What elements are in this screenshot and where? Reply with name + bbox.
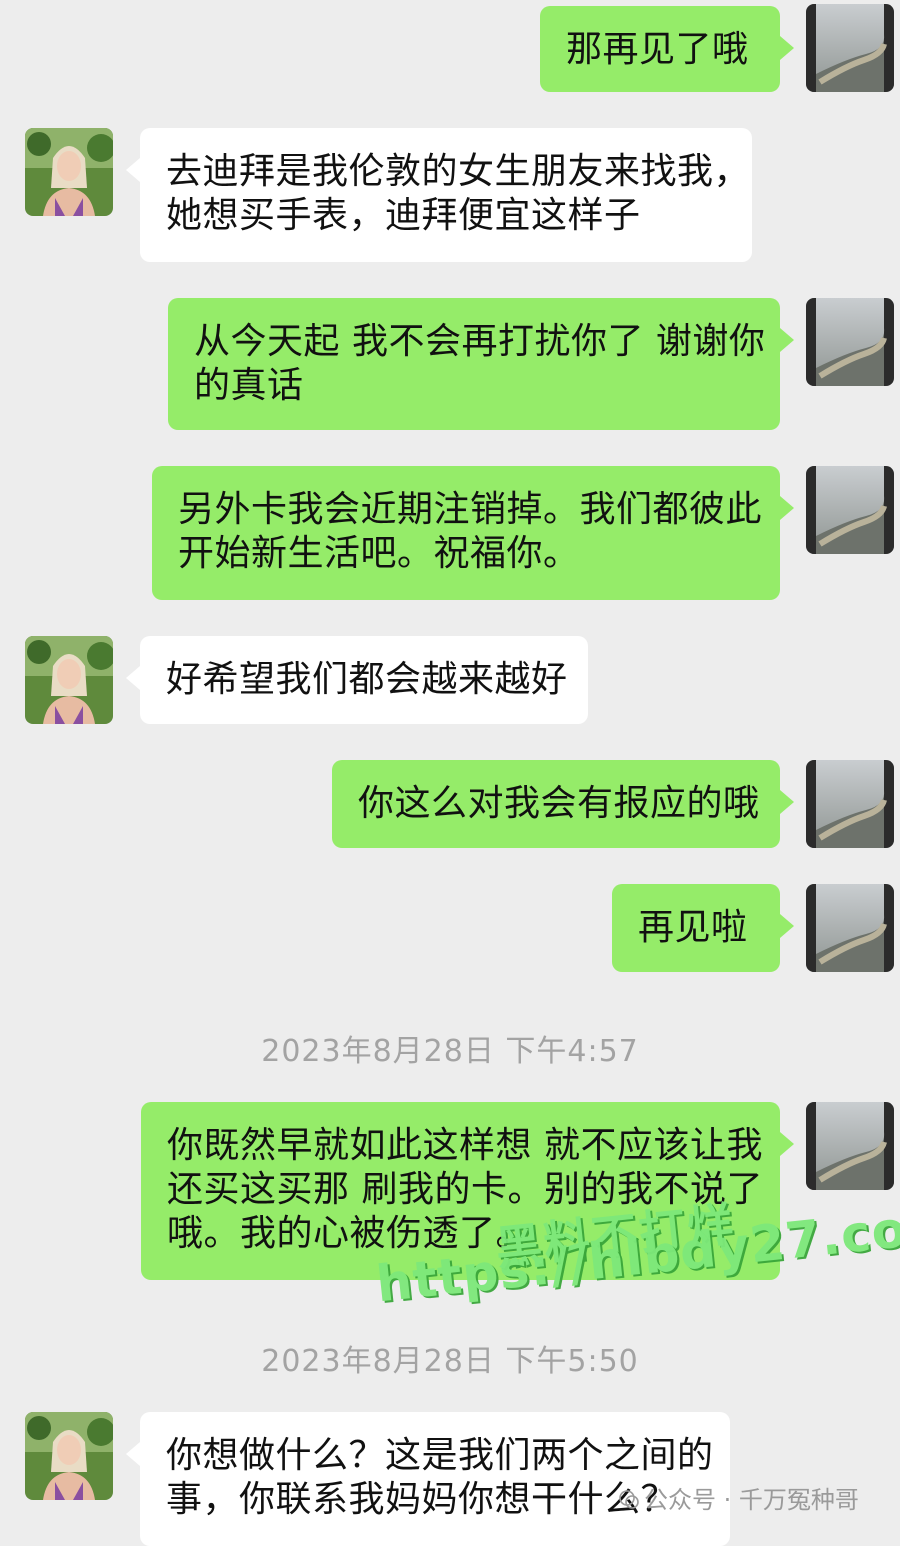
avatar-self[interactable] [806, 298, 894, 386]
message-text: 再见啦 [638, 907, 748, 948]
message-text: 好希望我们都会越来越好 [166, 659, 568, 700]
message-bubble-outgoing[interactable]: 从今天起 我不会再打扰你了 谢谢你 的真话 [168, 298, 794, 430]
message-text: 开始新生活吧。祝福你。 [178, 533, 580, 574]
message-text: 去迪拜是我伦敦的女生朋友来找我， [166, 151, 751, 192]
timestamp: 2023年8月28日 下午4:57 [261, 1034, 639, 1069]
timestamp: 2023年8月28日 下午5:50 [261, 1344, 639, 1379]
message-text: 从今天起 我不会再打扰你了 谢谢你 [194, 321, 766, 362]
message-bubble-incoming[interactable]: 你想做什么？这是我们两个之间的 事，你联系我妈妈你想干什么？ [126, 1412, 730, 1546]
message-bubble-outgoing[interactable]: 那再见了哦 [540, 6, 794, 92]
message-text: 她想买手表，迪拜便宜这样子 [166, 195, 641, 236]
account-name: 公众号 · 千万冤种哥 [644, 1486, 859, 1514]
message-text: 另外卡我会近期注销掉。我们都彼此 [178, 489, 763, 530]
message-text: 的真话 [194, 365, 304, 406]
avatar-self[interactable] [806, 466, 894, 554]
message-text: 那再见了哦 [566, 29, 749, 70]
message-bubble-incoming[interactable]: 好希望我们都会越来越好 [126, 636, 588, 724]
avatar-self[interactable] [806, 1102, 894, 1190]
message-text: 你既然早就如此这样想 就不应该让我 [167, 1125, 763, 1166]
avatar-self[interactable] [806, 760, 894, 848]
avatar-contact[interactable] [25, 128, 113, 216]
avatar-contact[interactable] [25, 1412, 113, 1500]
wechat-icon [619, 1490, 639, 1509]
message-bubble-incoming[interactable]: 去迪拜是我伦敦的女生朋友来找我， 她想买手表，迪拜便宜这样子 [126, 128, 752, 262]
message-text: 你想做什么？这是我们两个之间的 [166, 1435, 714, 1476]
avatar-self[interactable] [806, 4, 894, 92]
chat-window: 那再见了哦 去迪拜是我伦敦的女生朋友来找我， 她想买手表，迪拜便宜这样子 从今天… [0, 0, 900, 1546]
message-bubble-outgoing[interactable]: 再见啦 [612, 884, 794, 972]
avatar-self[interactable] [806, 884, 894, 972]
message-text: 你这么对我会有报应的哦 [358, 783, 760, 824]
avatar-contact[interactable] [25, 636, 113, 724]
message-bubble-outgoing[interactable]: 另外卡我会近期注销掉。我们都彼此 开始新生活吧。祝福你。 [152, 466, 794, 600]
message-bubble-outgoing[interactable]: 你这么对我会有报应的哦 [332, 760, 794, 848]
account-watermark: 公众号 · 千万冤种哥 [618, 1480, 859, 1515]
